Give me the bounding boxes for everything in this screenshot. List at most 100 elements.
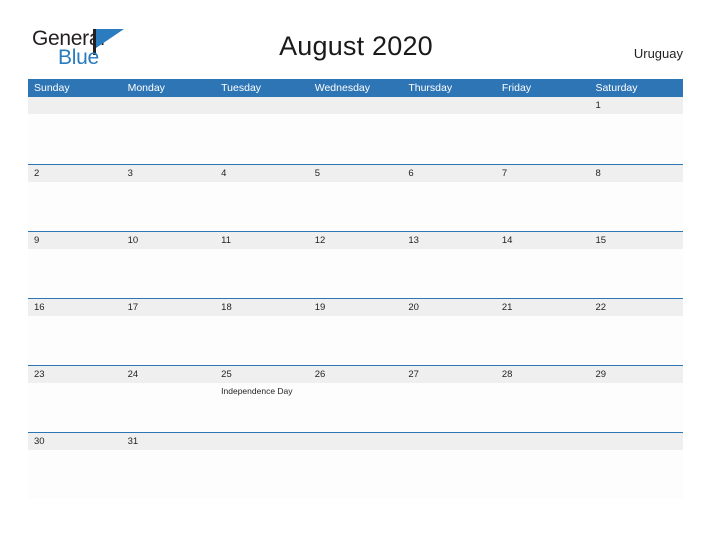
- calendar-week-cells: 16 17 18 19 20 21 22: [28, 299, 684, 365]
- calendar-day-number: [308, 97, 403, 114]
- calendar-day-cell[interactable]: 20: [402, 299, 496, 365]
- calendar-day-number: 13: [402, 232, 496, 249]
- calendar-day-number: 30: [28, 433, 122, 450]
- calendar-day-cell[interactable]: 30: [28, 433, 122, 499]
- calendar-day-cell[interactable]: 2: [28, 165, 122, 231]
- calendar-day-number: 9: [28, 232, 122, 249]
- calendar-day-number: 6: [402, 165, 496, 182]
- calendar-day-cell-empty: [215, 97, 309, 164]
- calendar-day-cell[interactable]: 13: [402, 232, 496, 298]
- calendar-day-cell[interactable]: 31: [121, 433, 216, 499]
- calendar-day-number: 23: [28, 366, 122, 383]
- calendar-day-number: [308, 433, 403, 450]
- calendar-day-cell[interactable]: 28: [495, 366, 590, 432]
- calendar-day-cell[interactable]: 7: [495, 165, 590, 231]
- calendar-day-number: 20: [402, 299, 496, 316]
- calendar-day-cell[interactable]: 17: [121, 299, 216, 365]
- calendar-day-number: 26: [308, 366, 403, 383]
- calendar-day-number: 21: [495, 299, 590, 316]
- calendar-day-cell[interactable]: 10: [121, 232, 216, 298]
- calendar-day-cell[interactable]: 26: [308, 366, 403, 432]
- calendar-day-cell[interactable]: 27: [402, 366, 496, 432]
- calendar-day-cell-empty: [495, 97, 590, 164]
- calendar-day-number: 27: [402, 366, 496, 383]
- calendar-day-cell[interactable]: 19: [308, 299, 403, 365]
- calendar-day-number: [402, 97, 496, 114]
- calendar-day-number: 4: [215, 165, 309, 182]
- calendar-day-cell[interactable]: 4: [215, 165, 309, 231]
- calendar-day-number: [589, 433, 684, 450]
- calendar-day-event: Independence Day: [221, 386, 293, 396]
- calendar-day-number: [402, 433, 496, 450]
- calendar-day-cell-empty: [215, 433, 309, 499]
- calendar-day-cell[interactable]: 24: [121, 366, 216, 432]
- calendar-day-number: 31: [121, 433, 216, 450]
- calendar-grid: Sunday Monday Tuesday Wednesday Thursday…: [28, 79, 684, 499]
- calendar-day-cell-empty: [402, 97, 496, 164]
- weekday-header-row: Sunday Monday Tuesday Wednesday Thursday…: [28, 79, 683, 97]
- calendar-day-number: 18: [215, 299, 309, 316]
- calendar-day-cell[interactable]: 5: [308, 165, 403, 231]
- calendar-day-cell-empty: [28, 97, 122, 164]
- calendar-day-cell-empty: [121, 97, 216, 164]
- calendar-day-number: 29: [589, 366, 684, 383]
- calendar-day-cell[interactable]: 21: [495, 299, 590, 365]
- weekday-header-sunday: Sunday: [34, 82, 70, 94]
- calendar-week-row: 16 17 18 19 20 21 22: [28, 298, 684, 365]
- calendar-day-number: [495, 433, 590, 450]
- calendar-day-number: 7: [495, 165, 590, 182]
- calendar-day-cell[interactable]: 3: [121, 165, 216, 231]
- calendar-day-number: 12: [308, 232, 403, 249]
- page-header: General Blue August 2020 Uruguay: [0, 0, 712, 78]
- calendar-day-number: 11: [215, 232, 309, 249]
- calendar-day-cell[interactable]: 18: [215, 299, 309, 365]
- calendar-day-number: 24: [121, 366, 216, 383]
- calendar-day-cell[interactable]: 12: [308, 232, 403, 298]
- calendar-week-cells: 23 24 25 Independence Day 26 27 28 29: [28, 366, 684, 432]
- calendar-day-cell[interactable]: 15: [589, 232, 684, 298]
- calendar-day-cell-empty: [589, 433, 684, 499]
- calendar-day-number: 22: [589, 299, 684, 316]
- calendar-day-number: [495, 97, 590, 114]
- calendar-week-row: 1: [28, 97, 684, 164]
- weekday-header-wednesday: Wednesday: [314, 82, 370, 94]
- calendar-day-cell-empty: [402, 433, 496, 499]
- calendar-day-number: [215, 433, 309, 450]
- calendar-day-cell-empty: [495, 433, 590, 499]
- calendar-week-row: 9 10 11 12 13 14 15: [28, 231, 684, 298]
- calendar-day-number: [215, 97, 309, 114]
- calendar-day-cell-empty: [308, 433, 403, 499]
- calendar-day-number: 5: [308, 165, 403, 182]
- calendar-week-cells: 9 10 11 12 13 14 15: [28, 232, 684, 298]
- calendar-day-cell[interactable]: 25 Independence Day: [215, 366, 309, 432]
- calendar-day-number: 10: [121, 232, 216, 249]
- calendar-day-number: 15: [589, 232, 684, 249]
- page-title: August 2020: [279, 31, 433, 61]
- calendar-day-cell[interactable]: 14: [495, 232, 590, 298]
- calendar-day-number: [28, 97, 122, 114]
- weekday-header-friday: Friday: [501, 82, 532, 94]
- weekday-header-thursday: Thursday: [408, 82, 453, 94]
- calendar-day-cell[interactable]: 1: [589, 97, 684, 164]
- calendar-day-cell[interactable]: 9: [28, 232, 122, 298]
- calendar-day-cell[interactable]: 22: [589, 299, 684, 365]
- calendar-week-row: 2345678: [28, 164, 684, 231]
- calendar-day-cell[interactable]: 6: [402, 165, 496, 231]
- calendar-week-row: 23 24 25 Independence Day 26 27 28 29: [28, 365, 684, 432]
- calendar-day-cell[interactable]: 23: [28, 366, 122, 432]
- calendar-week-cells: 2345678: [28, 165, 684, 231]
- calendar-day-number: 14: [495, 232, 590, 249]
- calendar-day-cell[interactable]: 8: [589, 165, 684, 231]
- calendar-weeks: 1 2 3 4 5 6 7 8 9 10 11 12 13 14 15 16 17 18 19 20 21 22 23 24 2…: [28, 97, 684, 499]
- calendar-day-number: 16: [28, 299, 122, 316]
- calendar-day-cell[interactable]: 29: [589, 366, 684, 432]
- calendar-day-number: 28: [495, 366, 590, 383]
- weekday-header-saturday: Saturday: [595, 82, 638, 94]
- calendar-day-number: 8: [589, 165, 684, 182]
- calendar-week-cells: 30 31: [28, 433, 684, 499]
- calendar-day-number: 19: [308, 299, 403, 316]
- calendar-day-cell[interactable]: 16: [28, 299, 122, 365]
- calendar-day-cell-empty: [308, 97, 403, 164]
- calendar-day-number: 2: [28, 165, 122, 182]
- calendar-day-cell[interactable]: 11: [215, 232, 309, 298]
